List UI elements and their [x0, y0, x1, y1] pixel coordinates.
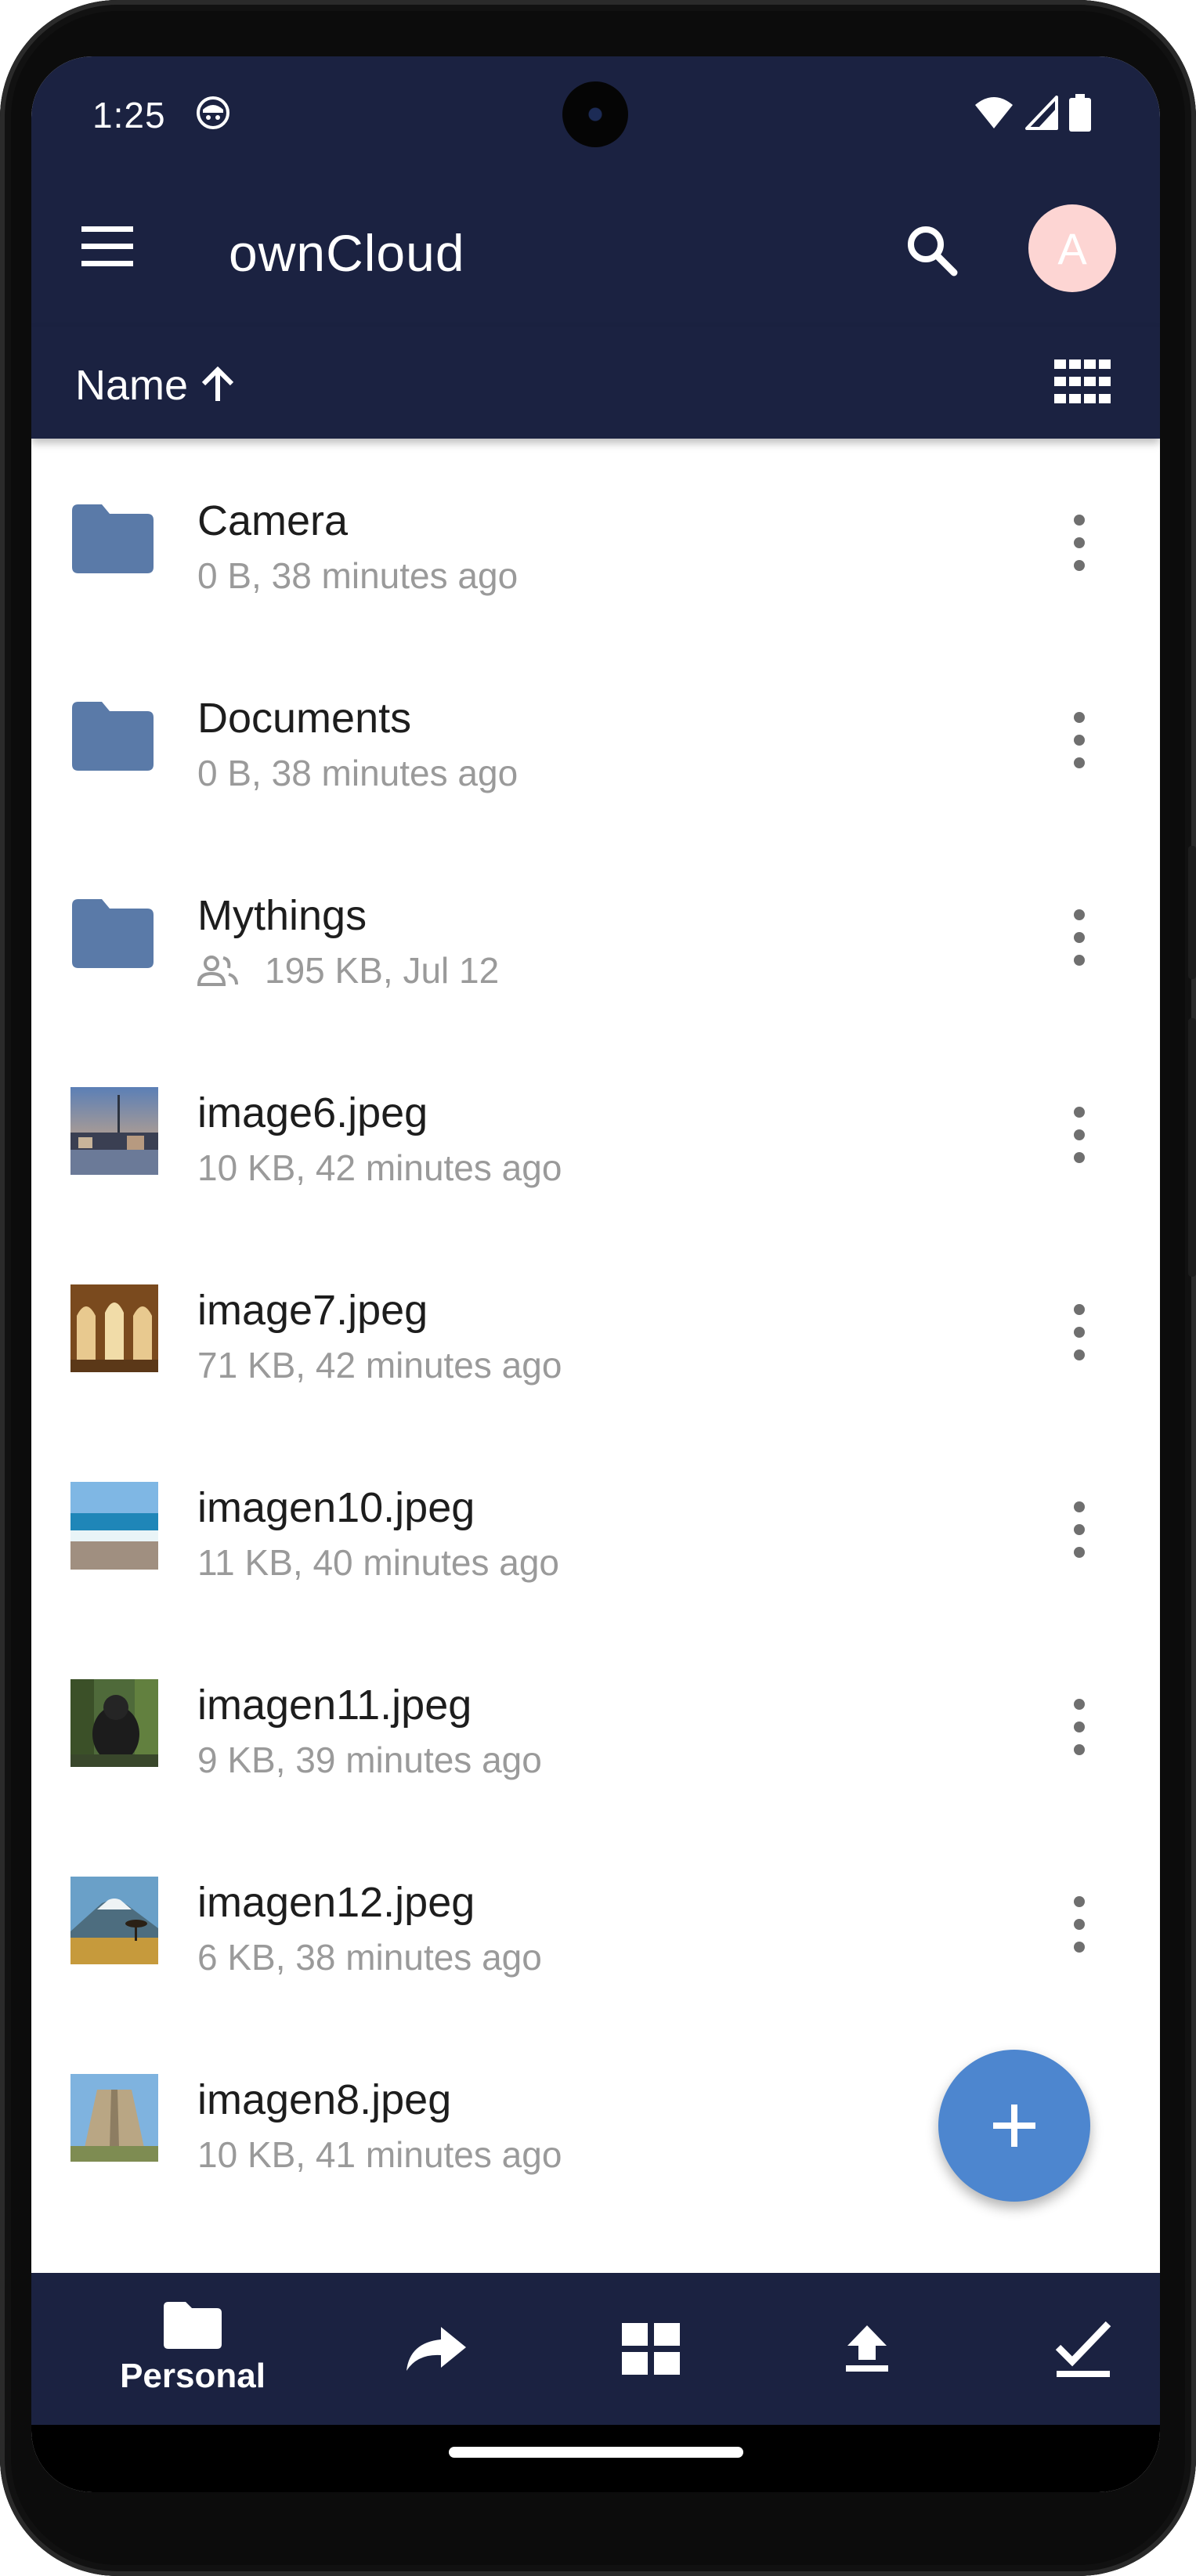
file-row[interactable]: imagen11.jpeg 9 KB, 39 minutes ago — [31, 1623, 1160, 1820]
file-name: imagen10.jpeg — [197, 1484, 475, 1531]
file-meta: 195 KB, Jul 12 — [197, 949, 499, 992]
nav-personal[interactable]: Personal — [81, 2273, 304, 2425]
file-meta: 10 KB, 42 minutes ago — [197, 1147, 562, 1189]
screen: 1:25 ownCloud A Name Camera 0 B, 38 minu… — [31, 56, 1160, 2492]
more-options-icon[interactable] — [1064, 711, 1095, 769]
avatar-letter: A — [1057, 223, 1087, 273]
file-name: image6.jpeg — [197, 1089, 428, 1136]
gesture-navigation-area — [31, 2425, 1160, 2492]
file-meta-text: 195 KB, Jul 12 — [265, 950, 500, 991]
file-meta: 10 KB, 41 minutes ago — [197, 2133, 562, 2176]
nav-shares[interactable] — [362, 2273, 511, 2425]
folder-icon — [72, 702, 154, 771]
file-row[interactable]: imagen12.jpeg 6 KB, 38 minutes ago — [31, 1820, 1160, 2018]
more-options-icon[interactable] — [1064, 1106, 1095, 1164]
volume-button — [1188, 1018, 1196, 1277]
wifi-icon — [975, 97, 1013, 128]
status-time: 1:25 — [92, 95, 166, 135]
status-icons — [974, 94, 1091, 132]
file-meta-text: 0 B, 38 minutes ago — [197, 555, 519, 596]
file-name: imagen12.jpeg — [197, 1879, 475, 1926]
file-row[interactable]: Mythings 195 KB, Jul 12 — [31, 833, 1160, 1031]
file-meta: 9 KB, 39 minutes ago — [197, 1739, 542, 1781]
file-name: image7.jpeg — [197, 1287, 428, 1334]
file-meta-text: 11 KB, 40 minutes ago — [197, 1542, 559, 1583]
file-list: Camera 0 B, 38 minutes ago Documents 0 B… — [31, 439, 1160, 2273]
nav-spaces[interactable] — [576, 2273, 725, 2425]
hamburger-menu-icon[interactable] — [81, 226, 133, 267]
file-meta: 11 KB, 40 minutes ago — [197, 1541, 559, 1584]
home-indicator[interactable] — [449, 2447, 743, 2458]
file-name: Camera — [197, 497, 349, 544]
nav-available-offline[interactable] — [1009, 2273, 1158, 2425]
search-icon[interactable] — [901, 219, 963, 282]
file-row[interactable]: imagen10.jpeg 11 KB, 40 minutes ago — [31, 1425, 1160, 1623]
power-button — [1188, 846, 1196, 979]
status-bar: 1:25 — [31, 56, 1160, 170]
upload-icon — [846, 2325, 888, 2372]
file-meta-text: 0 B, 38 minutes ago — [197, 753, 519, 793]
file-row[interactable]: image7.jpeg 71 KB, 42 minutes ago — [31, 1228, 1160, 1425]
file-meta-text: 9 KB, 39 minutes ago — [197, 1740, 542, 1780]
file-meta: 6 KB, 38 minutes ago — [197, 1936, 542, 1978]
file-meta: 71 KB, 42 minutes ago — [197, 1344, 562, 1386]
grid-tiles-icon — [622, 2323, 680, 2375]
file-name: Documents — [197, 695, 412, 742]
notification-app-icon — [197, 96, 229, 129]
bottom-navigation: Personal — [31, 2273, 1160, 2425]
file-meta: 0 B, 38 minutes ago — [197, 555, 518, 597]
nav-uploads[interactable] — [793, 2273, 941, 2425]
more-options-icon[interactable] — [1064, 1698, 1095, 1756]
sort-label: Name — [75, 362, 189, 409]
account-avatar[interactable]: A — [1028, 204, 1116, 292]
image-thumbnail-icon — [70, 1087, 158, 1175]
app-toolbar: ownCloud A — [31, 170, 1160, 327]
more-options-icon[interactable] — [1064, 514, 1095, 572]
grid-view-icon[interactable] — [1054, 359, 1111, 403]
more-options-icon[interactable] — [1064, 1501, 1095, 1559]
front-camera — [562, 81, 628, 147]
image-thumbnail-icon — [70, 1679, 158, 1767]
file-meta-text: 10 KB, 41 minutes ago — [197, 2134, 562, 2175]
share-arrow-icon — [406, 2327, 466, 2371]
file-name: imagen11.jpeg — [197, 1682, 472, 1729]
battery-icon — [1069, 94, 1091, 132]
file-meta-text: 6 KB, 38 minutes ago — [197, 1937, 542, 1978]
file-row[interactable]: image6.jpeg 10 KB, 42 minutes ago — [31, 1031, 1160, 1228]
file-meta-text: 10 KB, 42 minutes ago — [197, 1147, 562, 1188]
plus-icon — [993, 2105, 1035, 2147]
app-title: ownCloud — [229, 224, 465, 282]
file-name: Mythings — [197, 892, 367, 939]
more-options-icon[interactable] — [1064, 1303, 1095, 1361]
checkmark-icon — [1055, 2321, 1111, 2377]
shared-people-icon — [197, 956, 238, 986]
file-row[interactable]: Camera 0 B, 38 minutes ago — [31, 439, 1160, 636]
add-fab-button[interactable] — [938, 2050, 1090, 2202]
image-thumbnail-icon — [70, 1482, 158, 1570]
image-thumbnail-icon — [70, 1877, 158, 1964]
more-options-icon[interactable] — [1064, 1895, 1095, 1953]
folder-icon — [72, 504, 154, 573]
sort-by-name-button[interactable]: Name — [75, 361, 235, 410]
image-thumbnail-icon — [70, 1284, 158, 1372]
more-options-icon[interactable] — [1064, 909, 1095, 966]
file-name: imagen8.jpeg — [197, 2076, 452, 2123]
sort-bar: Name — [31, 327, 1160, 439]
arrow-up-icon — [201, 367, 234, 401]
image-thumbnail-icon — [70, 2074, 158, 2162]
file-row[interactable]: Documents 0 B, 38 minutes ago — [31, 636, 1160, 833]
folder-icon — [72, 899, 154, 968]
folder-icon — [164, 2302, 222, 2349]
file-meta-text: 71 KB, 42 minutes ago — [197, 1345, 562, 1386]
file-meta: 0 B, 38 minutes ago — [197, 752, 518, 794]
nav-personal-label: Personal — [120, 2357, 266, 2395]
cellular-signal-icon — [1025, 96, 1058, 130]
